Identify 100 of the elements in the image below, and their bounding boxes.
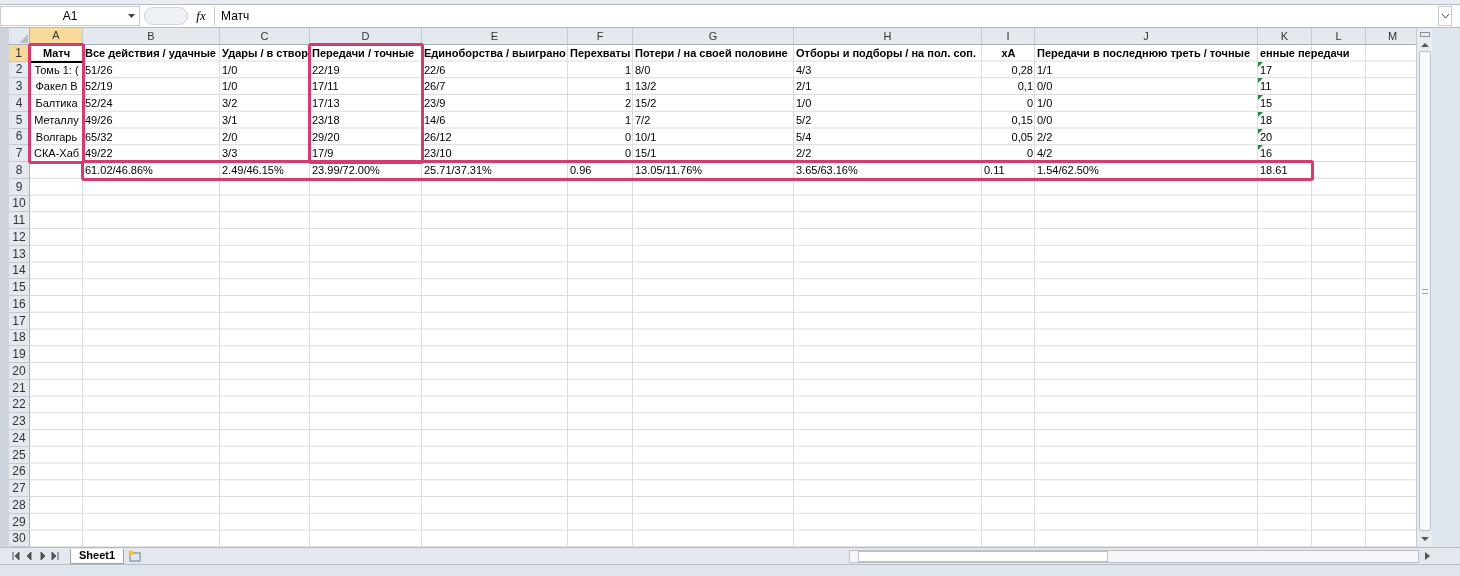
row-header[interactable]: 8 (9, 162, 30, 179)
table-cell-text: 2/2 (1036, 129, 1054, 145)
table-cell-text: 1/0 (221, 79, 239, 95)
scrollbar-thumb[interactable] (858, 550, 1108, 562)
table-cell-text: 0 (1025, 96, 1034, 112)
error-indicator-icon[interactable] (1258, 61, 1263, 67)
table-cell-text: 17 (1258, 61, 1274, 78)
corner-triangle-icon (19, 33, 28, 43)
table-cell-text: 0.96 (569, 163, 593, 179)
table-cell-text: 22/19 (311, 62, 341, 78)
table-cell-text: 52/24 (84, 96, 114, 112)
table-cell-text: 52/19 (84, 79, 114, 95)
table-cell-text: 17/13 (311, 96, 341, 112)
error-indicator-icon[interactable] (1258, 111, 1263, 117)
table-cell-text: 0 (623, 129, 632, 145)
chevron-down-icon (1441, 14, 1449, 18)
scroll-up-icon[interactable] (1420, 43, 1429, 47)
row-header[interactable]: 23 (9, 413, 30, 430)
row-header[interactable]: 4 (9, 95, 30, 112)
column-title: Перехваты (569, 45, 632, 61)
row-header[interactable]: 15 (9, 279, 30, 296)
error-indicator-icon[interactable] (1258, 145, 1263, 151)
column-title: xA (1000, 45, 1017, 61)
column-header[interactable]: K (1258, 28, 1312, 45)
table-cell-text: 23.99/72.00% (311, 163, 381, 179)
dropdown-arrow-icon[interactable] (128, 14, 135, 18)
column-header[interactable]: E (422, 28, 568, 45)
table-cell-text: 14/6 (423, 112, 447, 128)
row-header[interactable]: 27 (9, 480, 30, 497)
name-box[interactable]: A1 (0, 6, 140, 26)
table-cell-text: 15/1 (634, 146, 658, 162)
table-cell-text: 3/2 (221, 96, 239, 112)
column-header[interactable]: H (794, 28, 982, 45)
table-cell-text: 23/9 (423, 96, 447, 112)
column-header[interactable]: F (568, 28, 633, 45)
column-header[interactable]: A (30, 28, 83, 45)
column-header[interactable]: I (982, 28, 1035, 45)
table-cell-text: 16 (1258, 145, 1274, 162)
column-header[interactable]: J (1035, 28, 1258, 45)
row-header[interactable]: 16 (9, 296, 30, 313)
table-cell-text: 13.05/11.76% (634, 163, 704, 179)
table-cell-text: 18.61 (1259, 163, 1289, 179)
table-cell-text: 3/3 (221, 146, 239, 162)
row-header[interactable]: 20 (9, 363, 30, 380)
table-cell-text: 18 (1258, 111, 1274, 128)
column-header[interactable]: G (633, 28, 794, 45)
table-cell-text: СКА-Хаб (32, 146, 81, 162)
horizontal-scrollbar[interactable] (849, 549, 1419, 563)
table-cell-text: 7/2 (634, 112, 652, 128)
column-header[interactable]: C (220, 28, 310, 45)
row-header[interactable]: 28 (9, 497, 30, 514)
row-header[interactable]: 12 (9, 229, 30, 246)
table-cell-text: Факел В (34, 79, 79, 95)
cell-reference: A1 (62, 8, 78, 25)
row-header[interactable]: 7 (9, 145, 30, 162)
row-header[interactable]: 11 (9, 212, 30, 229)
table-cell-text: 4/3 (795, 62, 813, 78)
split-box-icon[interactable] (1419, 32, 1430, 37)
table-cell-text: 1/0 (795, 96, 813, 112)
table-cell-text: 0 (623, 146, 632, 162)
table-cell-text: 3.65/63.16% (795, 163, 859, 179)
table-cell-text: 17/11 (311, 79, 340, 95)
column-title: Единоборства / выиграно (423, 45, 567, 61)
column-title: Передачи в последнюю треть / точные (1036, 45, 1252, 61)
column-title: енные передачи (1259, 45, 1351, 61)
error-indicator-icon[interactable] (1258, 128, 1263, 134)
column-header[interactable]: D (310, 28, 422, 45)
table-cell-text: Балтика (34, 96, 79, 112)
table-cell-text: 2/0 (221, 129, 239, 145)
insert-function-button[interactable]: fx (188, 6, 214, 26)
table-cell-text: 1 (623, 112, 632, 128)
table-cell-text: 1.54/62.50% (1036, 163, 1100, 179)
column-header[interactable]: M (1366, 28, 1416, 45)
table-cell-text: 23/10 (423, 146, 453, 162)
column-title: Отборы и подборы / на пол. соп. (795, 45, 977, 61)
scroll-right-icon[interactable] (1425, 552, 1430, 560)
table-cell-text: 5/2 (795, 112, 813, 128)
table-cell-text: 51/26 (84, 62, 114, 78)
column-header[interactable]: B (83, 28, 220, 45)
formula-field[interactable]: Матч (214, 6, 1438, 26)
row-header[interactable]: 19 (9, 346, 30, 363)
sheet-tab[interactable]: Sheet1 (70, 548, 125, 564)
table-cell-text: 0,28 (1010, 62, 1034, 78)
column-header[interactable]: L (1312, 28, 1366, 45)
table-cell-text: Волгарь (34, 129, 79, 145)
scroll-down-icon[interactable] (1420, 537, 1429, 541)
expand-formula-bar-button[interactable] (1438, 6, 1452, 26)
scrollbar-thumb[interactable] (1418, 51, 1431, 531)
error-indicator-icon[interactable] (1258, 78, 1263, 84)
sheet-navigation-icon[interactable] (12, 552, 62, 560)
table-cell-text: 1/0 (221, 62, 239, 78)
table-cell-text: 0 (1025, 146, 1034, 162)
column-title: Все действия / удачные (84, 45, 217, 61)
table-cell-text: 5/4 (795, 129, 813, 145)
table-cell-text: 0,1 (1016, 79, 1034, 95)
error-indicator-icon[interactable] (1258, 95, 1263, 100)
column-title: Потери / на своей половине (634, 45, 789, 61)
row-header[interactable]: 24 (9, 430, 30, 447)
table-cell-text: 17/9 (311, 146, 335, 162)
row-header[interactable]: 3 (9, 78, 30, 95)
